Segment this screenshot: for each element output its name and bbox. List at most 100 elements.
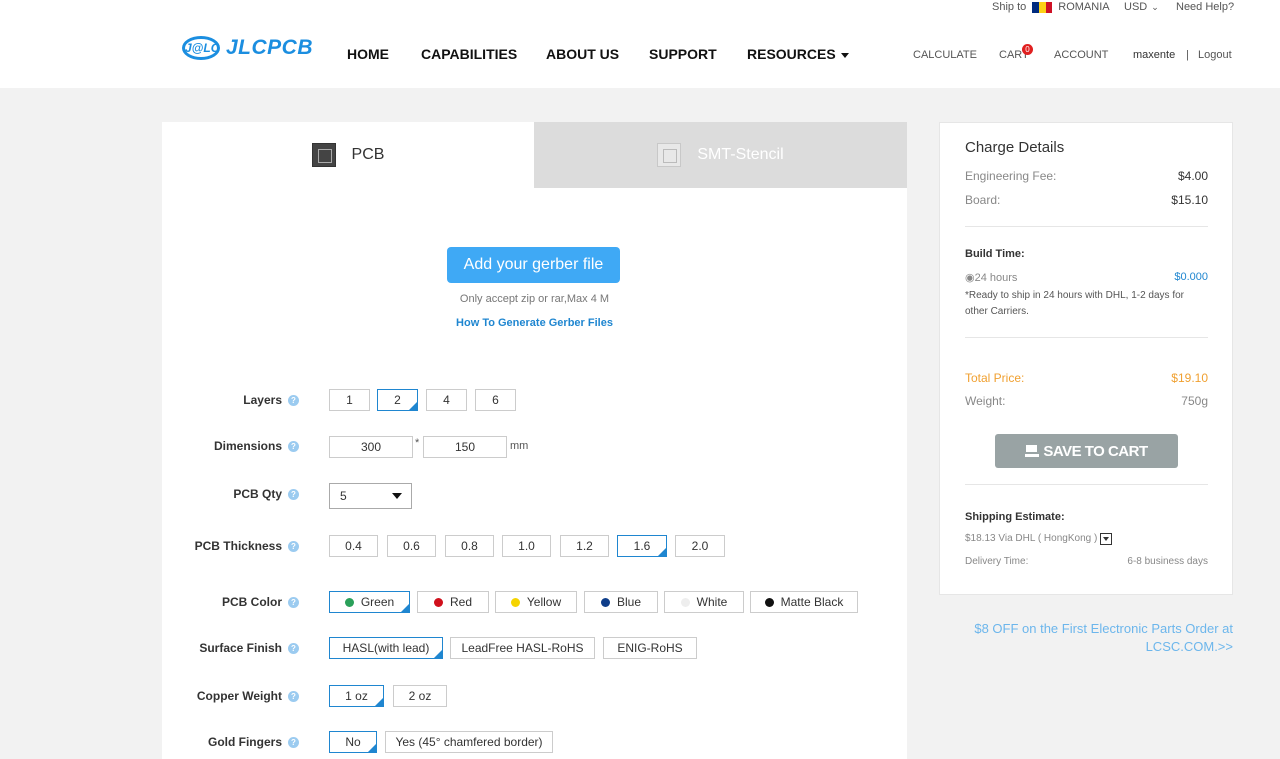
color-option-yellow[interactable]: Yellow <box>495 591 577 613</box>
color-name: White <box>696 595 728 609</box>
logout-link[interactable]: Logout <box>1198 49 1232 61</box>
lcsc-promo-link[interactable]: $8 OFF on the First Electronic Parts Ord… <box>939 620 1233 656</box>
divider <box>965 484 1208 485</box>
ship-to-selector[interactable]: Ship to ROMANIA <box>992 1 1110 13</box>
stencil-grid-icon <box>657 143 682 167</box>
thickness-option-2.0[interactable]: 2.0 <box>675 535 725 557</box>
color-swatch-icon <box>680 597 690 607</box>
currency-value: USD <box>1124 1 1148 13</box>
delivery-time-label: Delivery Time: <box>965 556 1029 567</box>
shipping-dropdown-icon[interactable] <box>1100 533 1113 545</box>
total-price-value: $19.10 <box>1171 371 1208 385</box>
help-icon[interactable]: ? <box>288 540 299 552</box>
nav-support[interactable]: SUPPORT <box>649 46 717 62</box>
build-time-label: Build Time: <box>965 248 1025 260</box>
tab-smt-stencil[interactable]: SMT-Stencil <box>534 122 907 188</box>
surface-option-leadfree[interactable]: LeadFree HASL-RoHS <box>450 637 595 659</box>
color-swatch-icon <box>764 597 774 607</box>
weight-label: Weight: <box>965 394 1006 408</box>
build-time-option[interactable]: ◉24 hours $0.000 <box>965 271 1208 284</box>
copper-label-text: Copper Weight <box>196 689 282 703</box>
color-label-text: PCB Color <box>222 595 282 609</box>
upload-hint: Only accept zip or rar,Max 4 M <box>459 293 610 305</box>
save-to-cart-button[interactable]: SAVE TO CART <box>995 434 1178 468</box>
color-option-red[interactable]: Red <box>417 591 489 613</box>
layers-option-1[interactable]: 1 <box>329 389 370 411</box>
gold-label-text: Gold Fingers <box>207 735 282 749</box>
help-icon[interactable]: ? <box>288 642 299 654</box>
country-name: ROMANIA <box>1058 1 1110 13</box>
help-icon[interactable]: ? <box>288 596 299 608</box>
thickness-option-0.6[interactable]: 0.6 <box>387 535 436 557</box>
color-option-matte-black[interactable]: Matte Black <box>750 591 858 613</box>
tab-stencil-label: SMT-Stencil <box>697 146 784 163</box>
nav-about-us[interactable]: ABOUT US <box>546 46 619 62</box>
dimensions-label-text: Dimensions <box>213 439 282 453</box>
help-icon[interactable]: ? <box>288 488 299 500</box>
dimension-width-input[interactable]: 300 <box>329 436 413 458</box>
thickness-option-0.8[interactable]: 0.8 <box>445 535 494 557</box>
divider <box>965 226 1208 227</box>
color-option-blue[interactable]: Blue <box>584 591 658 613</box>
tab-pcb[interactable]: PCB <box>162 122 534 188</box>
shipping-estimate-value: $18.13 Via DHL ( HongKong ) <box>965 533 1098 544</box>
dimension-height-input[interactable]: 150 <box>423 436 507 458</box>
gold-option-no[interactable]: No <box>329 731 377 753</box>
account-link[interactable]: ACCOUNT <box>1054 49 1108 61</box>
color-name: Blue <box>616 595 642 609</box>
color-name: Green <box>360 595 395 609</box>
nav-resources[interactable]: RESOURCES <box>747 46 849 62</box>
layers-option-2[interactable]: 2 <box>377 389 418 411</box>
delivery-time-value: 6-8 business days <box>1127 556 1208 567</box>
calculate-link[interactable]: CALCULATE <box>913 49 977 61</box>
thickness-option-1.6[interactable]: 1.6 <box>617 535 667 557</box>
logo-mark: J@LC <box>182 36 220 60</box>
total-price-row: Total Price: $19.10 <box>965 371 1208 385</box>
delivery-time-row: Delivery Time: 6-8 business days <box>965 556 1208 567</box>
weight-value: 750g <box>1181 394 1208 408</box>
promo-line-1: $8 OFF on the First Electronic Parts Ord… <box>974 621 1233 636</box>
color-label: PCB Color? <box>222 595 299 609</box>
need-help-link[interactable]: Need Help? <box>1176 1 1234 13</box>
help-icon[interactable]: ? <box>288 440 299 452</box>
color-option-green[interactable]: Green <box>329 591 410 613</box>
gerber-howto-link[interactable]: How To Generate Gerber Files <box>162 317 907 329</box>
nav-home[interactable]: HOME <box>347 46 389 62</box>
help-icon[interactable]: ? <box>288 736 299 748</box>
copper-option-1oz[interactable]: 1 oz <box>329 685 384 707</box>
jlcpcb-logo[interactable]: J@LC JLCPCB <box>182 36 313 60</box>
thickness-option-1.0[interactable]: 1.0 <box>502 535 551 557</box>
engineering-fee-row: Engineering Fee: $4.00 <box>965 169 1208 183</box>
shipping-estimate-row[interactable]: $18.13 Via DHL ( HongKong ) <box>965 533 1208 545</box>
engineering-fee-label: Engineering Fee: <box>965 169 1057 183</box>
thickness-option-1.2[interactable]: 1.2 <box>560 535 609 557</box>
chevron-down-icon: ⌄ <box>1151 1 1159 12</box>
board-fee-label: Board: <box>965 193 1001 207</box>
surface-option-hasl[interactable]: HASL(with lead) <box>329 637 443 659</box>
layers-option-6[interactable]: 6 <box>475 389 516 411</box>
layers-label: Layers? <box>243 393 299 407</box>
layers-option-4[interactable]: 4 <box>426 389 467 411</box>
qty-label: PCB Qty? <box>233 487 299 501</box>
help-icon[interactable]: ? <box>288 394 299 406</box>
board-fee-row: Board: $15.10 <box>965 193 1208 207</box>
nav-resources-label: RESOURCES <box>747 46 836 62</box>
color-option-white[interactable]: White <box>664 591 744 613</box>
copper-weight-label: Copper Weight? <box>197 689 299 703</box>
promo-line-2: LCSC.COM.>> <box>1145 639 1233 654</box>
board-fee-value: $15.10 <box>1171 193 1208 207</box>
copper-option-2oz[interactable]: 2 oz <box>393 685 447 707</box>
gold-option-yes[interactable]: Yes (45° chamfered border) <box>385 731 553 753</box>
color-name: Matte Black <box>780 595 844 609</box>
add-gerber-button[interactable]: Add your gerber file <box>447 247 620 283</box>
nav-capabilities[interactable]: CAPABILITIES <box>421 46 517 62</box>
color-name: Yellow <box>526 595 562 609</box>
pcb-board-icon <box>311 143 336 167</box>
thickness-option-0.4[interactable]: 0.4 <box>329 535 378 557</box>
username[interactable]: maxente <box>1133 49 1175 61</box>
help-icon[interactable]: ? <box>288 690 299 702</box>
currency-selector[interactable]: USD ⌄ <box>1124 1 1159 13</box>
surface-option-enig[interactable]: ENIG-RoHS <box>603 637 697 659</box>
qty-select[interactable]: 5 <box>329 483 412 509</box>
total-price-label: Total Price: <box>965 371 1025 385</box>
